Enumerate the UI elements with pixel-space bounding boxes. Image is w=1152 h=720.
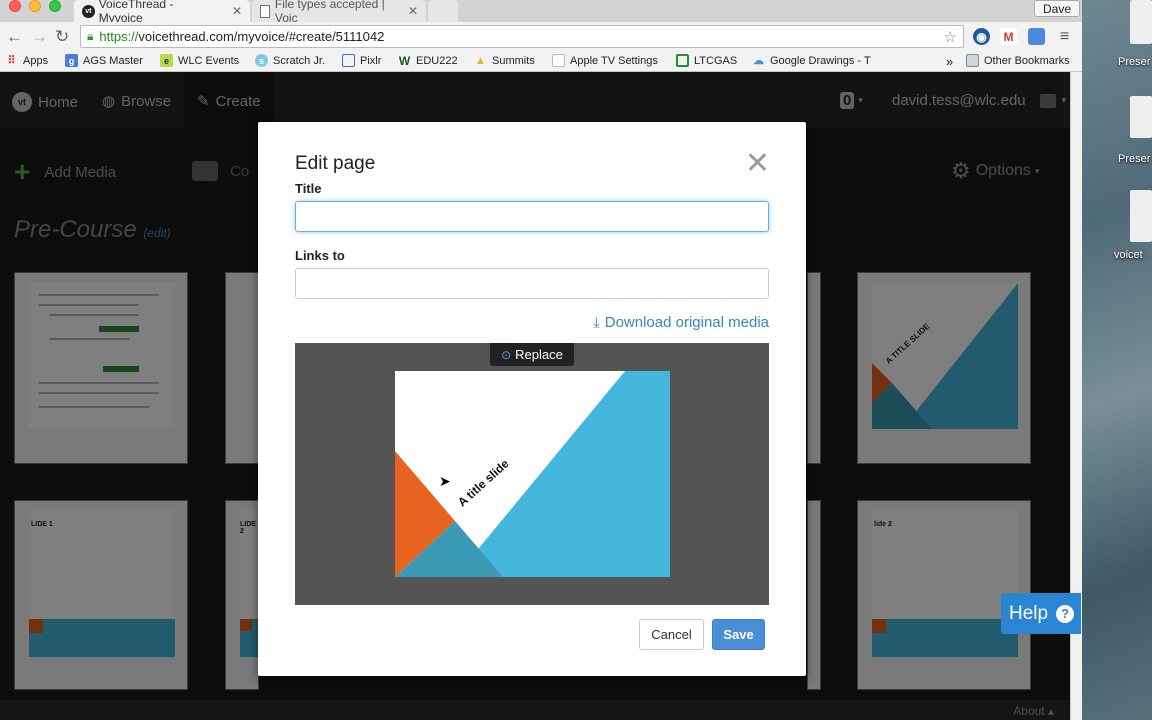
minimize-window-button[interactable] [29,0,41,12]
desktop-file-label: Preser [1118,56,1151,68]
bookmark-star-icon[interactable]: ☆ [944,28,957,46]
bookmark-scratch-jr[interactable]: s Scratch Jr. [255,54,325,67]
bookmark-label: Apple TV Settings [570,54,658,67]
desktop-file-label: voicet [1112,249,1145,261]
close-tab-icon[interactable]: ✕ [232,4,242,18]
bookmark-label: Other Bookmarks [984,54,1070,67]
bookmark-label: AGS Master [83,54,143,67]
close-tab-icon[interactable]: ✕ [408,4,418,18]
extension-circle-icon[interactable]: ◉ [973,28,990,45]
menu-icon[interactable]: ≡ [1056,28,1073,45]
media-preview: ⊙ Replace A title slide ➤ [295,343,769,605]
browser-window: vt VoiceThread - Myvoice ✕ File types ac… [0,0,1082,720]
bookmark-label: WLC Events [178,54,240,67]
replace-button[interactable]: ⊙ Replace [490,343,574,366]
bookmark-wlc-events[interactable]: e WLC Events [160,54,239,67]
pixlr-icon [342,54,355,67]
browser-toolbar: ← → ↻ 🔒︎ https://voicethread.com/myvoice… [0,22,1082,51]
reload-icon[interactable]: ↻ [55,27,69,47]
links-to-field-label: Links to [295,248,345,263]
url-scheme: https:// [99,29,139,44]
voicethread-file-icon[interactable] [1130,190,1152,242]
back-arrow-icon[interactable]: ← [6,27,23,47]
events-icon: e [160,54,173,67]
forward-arrow-icon[interactable]: → [31,27,48,47]
folder-icon [966,54,979,67]
links-to-input[interactable] [295,268,769,299]
download-original-media-link[interactable]: ⤓ Download original media [594,314,769,331]
question-mark-icon: ? [1056,604,1075,623]
gmail-icon[interactable]: M [1000,28,1017,45]
bookmark-apple-tv-settings[interactable]: Apple TV Settings [552,54,658,67]
bookmark-ltcgas[interactable]: LTCGAS [676,54,737,67]
apps-grid-icon: ⠿ [7,55,16,67]
google-icon: g [65,54,78,67]
lock-icon: 🔒︎ [87,29,94,43]
bookmark-edu222[interactable]: W EDU222 [398,53,458,68]
download-icon: ⤓ [593,314,600,330]
document-favicon-icon [260,4,270,18]
save-button[interactable]: Save [712,619,765,650]
more-bookmarks-chevron-icon[interactable]: » [946,54,953,69]
help-button[interactable]: Help ? [1001,593,1081,634]
bookmark-apps[interactable]: ⠿ Apps [5,54,49,68]
tab-file-types[interactable]: File types accepted | Voic ✕ [252,0,426,25]
profile-button[interactable]: Dave [1033,0,1080,17]
w-icon: W [398,53,411,68]
address-bar[interactable]: 🔒︎ https://voicethread.com/myvoice/#crea… [80,25,964,48]
title-slide-graphic [395,371,670,577]
dialog-title: Edit page [295,153,376,174]
bookmark-summits[interactable]: ▲ Summits [474,54,535,67]
doc-icon [552,54,565,67]
drawings-icon: ☁︎ [753,55,764,67]
desktop-file-label: Preser [1118,153,1151,165]
bookmark-label: Summits [492,54,535,67]
slide-preview-image: A title slide ➤ [395,371,670,577]
edit-page-dialog: Edit page ✕ Title Links to ⤓ Download or… [258,122,806,676]
zoom-window-button[interactable] [49,0,61,12]
sheet-icon [676,54,689,67]
tab-voicethread[interactable]: vt VoiceThread - Myvoice ✕ [74,0,250,25]
presentation-file-icon[interactable] [1130,0,1152,44]
bookmark-label: EDU222 [416,54,458,67]
scratch-icon: s [255,54,268,67]
replace-icon: ⊙ [501,347,512,362]
bookmark-label: LTCGAS [694,54,738,67]
cancel-button[interactable]: Cancel [639,619,704,650]
tab-strip: vt VoiceThread - Myvoice ✕ File types ac… [0,0,1082,25]
bookmark-ags-master[interactable]: g AGS Master [65,54,143,67]
close-icon[interactable]: ✕ [745,149,770,179]
bookmark-pixlr[interactable]: Pixlr [342,54,381,67]
desktop-background: Preser Preser voicet [1082,0,1152,720]
extension-blue-icon[interactable] [1028,28,1045,45]
profile-name: Dave [1042,1,1071,16]
bookmark-label: Apps [23,54,49,67]
close-window-button[interactable] [9,0,21,12]
title-input[interactable] [295,201,769,232]
mouse-cursor-icon: ➤ [439,473,451,489]
presentation-file-icon[interactable] [1130,96,1152,138]
url-path: voicethread.com/myvoice/#create/5111042 [138,29,385,44]
bookmarks-bar: ⠿ Apps g AGS Master e WLC Events s Scrat… [0,51,1082,72]
bookmark-label: Scratch Jr. [273,54,325,67]
new-tab-button[interactable] [428,0,458,22]
bookmark-label: Google Drawings - T [770,54,871,67]
bookmark-label: Pixlr [360,54,382,67]
voicethread-favicon-icon: vt [82,4,95,18]
title-field-label: Title [295,181,322,196]
bookmark-google-drawings[interactable]: ☁︎ Google Drawings - T [752,54,871,68]
drive-icon: ▲ [475,54,486,67]
bookmark-other-bookmarks[interactable]: Other Bookmarks [966,54,1070,67]
